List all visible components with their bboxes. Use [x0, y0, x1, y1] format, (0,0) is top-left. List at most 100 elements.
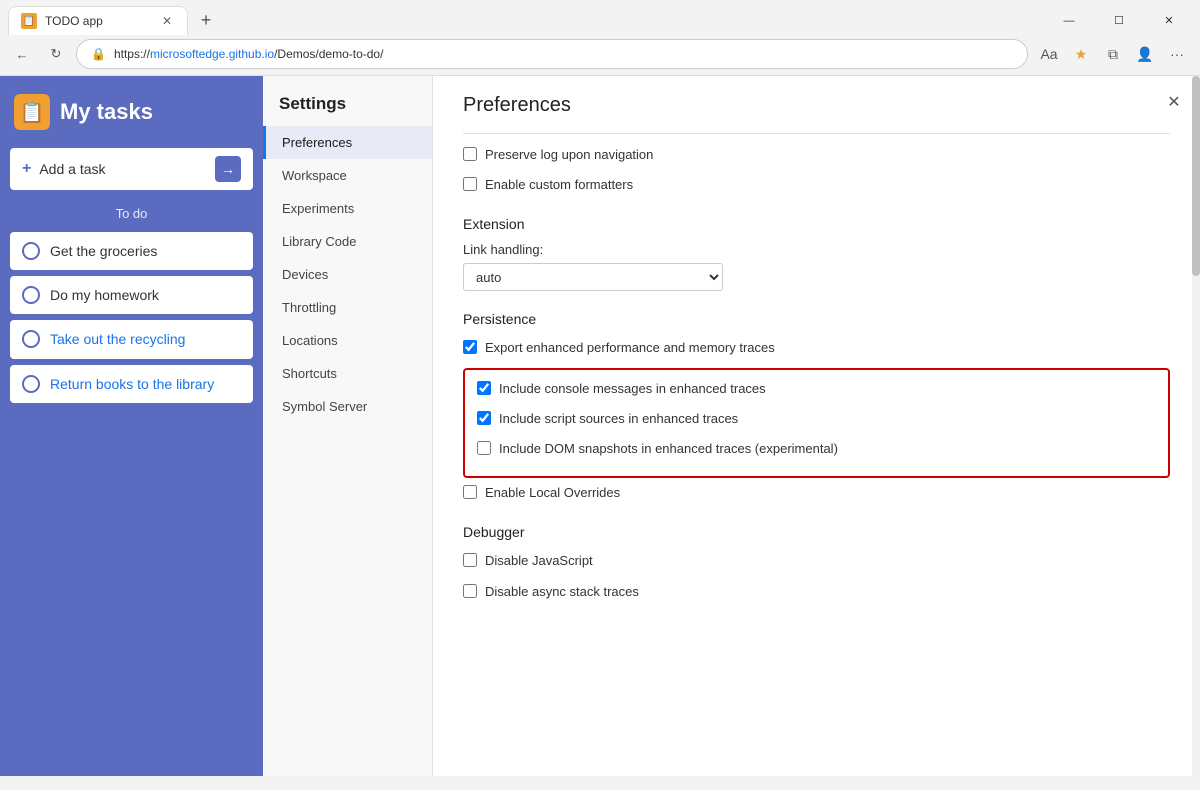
task-checkbox[interactable] [22, 375, 40, 393]
toolbar-icons: Aa ★ ⧉ 👤 ··· [1034, 39, 1192, 69]
favorites-icon[interactable]: ★ [1066, 39, 1096, 69]
todo-section-label: To do [0, 206, 263, 221]
settings-nav-shortcuts[interactable]: Shortcuts [263, 357, 432, 390]
persistence-group: Persistence Export enhanced performance … [463, 311, 1170, 504]
address-text: https://microsoftedge.github.io/Demos/de… [114, 47, 1013, 61]
todo-app-title: My tasks [60, 99, 153, 125]
include-console-row: Include console messages in enhanced tra… [477, 378, 1156, 400]
menu-icon[interactable]: ··· [1162, 39, 1192, 69]
settings-content: ✕ Preferences Preserve log upon navigati… [433, 76, 1200, 776]
tab-favicon-icon: 📋 [21, 13, 37, 29]
add-task-label: Add a task [39, 161, 207, 177]
window-controls: — ☐ ✕ [1046, 7, 1192, 35]
enable-local-overrides-label: Enable Local Overrides [485, 484, 620, 502]
disable-js-row: Disable JavaScript [463, 550, 1170, 572]
task-checkbox[interactable] [22, 242, 40, 260]
scrollbar-track [1192, 76, 1200, 776]
extension-header: Extension [463, 216, 1170, 232]
task-text: Do my homework [50, 286, 159, 304]
task-checkbox[interactable] [22, 330, 40, 348]
custom-formatters-row: Enable custom formatters [463, 174, 1170, 196]
disable-async-label: Disable async stack traces [485, 583, 639, 601]
settings-nav-library-code[interactable]: Library Code [263, 225, 432, 258]
todo-header: 📋 My tasks [0, 76, 263, 148]
settings-sidebar: Settings Preferences Workspace Experimen… [263, 76, 433, 776]
enable-local-overrides-checkbox[interactable] [463, 485, 477, 499]
disable-async-row: Disable async stack traces [463, 581, 1170, 603]
preferences-title: Preferences [463, 94, 1170, 117]
settings-nav-experiments[interactable]: Experiments [263, 192, 432, 225]
title-bar: 📋 TODO app ✕ + — ☐ ✕ [0, 0, 1200, 35]
extension-group: Extension Link handling: auto open in br… [463, 216, 1170, 291]
link-handling-select[interactable]: auto open in browser open in editor [463, 263, 723, 291]
minimize-button[interactable]: — [1046, 7, 1092, 35]
include-console-label: Include console messages in enhanced tra… [499, 380, 766, 398]
debugger-group: Debugger Disable JavaScript Disable asyn… [463, 524, 1170, 602]
settings-title: Settings [263, 76, 432, 126]
disable-js-label: Disable JavaScript [485, 552, 593, 570]
include-dom-checkbox[interactable] [477, 441, 491, 455]
divider [463, 133, 1170, 134]
refresh-button[interactable]: ↻ [42, 40, 70, 68]
task-item[interactable]: Take out the recycling [10, 320, 253, 358]
task-item[interactable]: Get the groceries [10, 232, 253, 270]
add-task-plus-icon: + [22, 160, 31, 178]
disable-js-checkbox[interactable] [463, 553, 477, 567]
task-item[interactable]: Return books to the library [10, 365, 253, 403]
close-button[interactable]: ✕ [1146, 7, 1192, 35]
preserve-log-checkbox[interactable] [463, 147, 477, 161]
task-text: Get the groceries [50, 242, 157, 260]
preserve-log-row: Preserve log upon navigation [463, 144, 1170, 166]
back-button[interactable]: ← [8, 40, 36, 68]
restore-button[interactable]: ☐ [1096, 7, 1142, 35]
settings-nav-devices[interactable]: Devices [263, 258, 432, 291]
export-traces-row: Export enhanced performance and memory t… [463, 337, 1170, 359]
browser-chrome: 📋 TODO app ✕ + — ☐ ✕ ← ↻ 🔒 https://micro… [0, 0, 1200, 76]
close-settings-button[interactable]: ✕ [1162, 90, 1186, 114]
tab-close-button[interactable]: ✕ [159, 13, 175, 29]
custom-formatters-checkbox[interactable] [463, 177, 477, 191]
include-dom-row: Include DOM snapshots in enhanced traces… [477, 438, 1156, 460]
address-bar: ← ↻ 🔒 https://microsoftedge.github.io/De… [0, 35, 1200, 75]
link-handling-select-row: auto open in browser open in editor [463, 263, 1170, 291]
export-traces-checkbox[interactable] [463, 340, 477, 354]
lock-icon: 🔒 [91, 47, 106, 61]
export-traces-label: Export enhanced performance and memory t… [485, 339, 775, 357]
profile-icon[interactable]: 👤 [1130, 39, 1160, 69]
settings-nav-symbol-server[interactable]: Symbol Server [263, 390, 432, 423]
task-item[interactable]: Do my homework [10, 276, 253, 314]
include-dom-label: Include DOM snapshots in enhanced traces… [499, 440, 838, 458]
add-task-bar[interactable]: + Add a task → [10, 148, 253, 190]
appearance-group: Preserve log upon navigation Enable cust… [463, 144, 1170, 196]
settings-nav-preferences[interactable]: Preferences [263, 126, 432, 159]
settings-nav-locations[interactable]: Locations [263, 324, 432, 357]
task-checkbox[interactable] [22, 286, 40, 304]
browser-tab[interactable]: 📋 TODO app ✕ [8, 6, 188, 35]
include-console-checkbox[interactable] [477, 381, 491, 395]
tab-title: TODO app [45, 14, 151, 28]
preserve-log-label: Preserve log upon navigation [485, 146, 653, 164]
read-aloud-icon[interactable]: Aa [1034, 39, 1064, 69]
settings-nav-throttling[interactable]: Throttling [263, 291, 432, 324]
include-script-row: Include script sources in enhanced trace… [477, 408, 1156, 430]
main-content: 📋 My tasks + Add a task → To do Get the … [0, 76, 1200, 776]
enable-local-overrides-row: Enable Local Overrides [463, 482, 1170, 504]
include-script-checkbox[interactable] [477, 411, 491, 425]
todo-app-icon: 📋 [14, 94, 50, 130]
settings-panel: ✕ Preferences Preserve log upon navigati… [433, 76, 1200, 643]
add-task-arrow-icon: → [215, 156, 241, 182]
disable-async-checkbox[interactable] [463, 584, 477, 598]
settings-nav-workspace[interactable]: Workspace [263, 159, 432, 192]
new-tab-button[interactable]: + [192, 7, 220, 35]
task-text: Return books to the library [50, 375, 214, 393]
todo-sidebar: 📋 My tasks + Add a task → To do Get the … [0, 76, 263, 776]
address-input[interactable]: 🔒 https://microsoftedge.github.io/Demos/… [76, 39, 1028, 69]
collections-icon[interactable]: ⧉ [1098, 39, 1128, 69]
task-text: Take out the recycling [50, 330, 185, 348]
custom-formatters-label: Enable custom formatters [485, 176, 633, 194]
link-handling-label: Link handling: [463, 242, 1170, 257]
include-script-label: Include script sources in enhanced trace… [499, 410, 738, 428]
scrollbar-thumb[interactable] [1192, 76, 1200, 276]
persistence-header: Persistence [463, 311, 1170, 327]
debugger-header: Debugger [463, 524, 1170, 540]
